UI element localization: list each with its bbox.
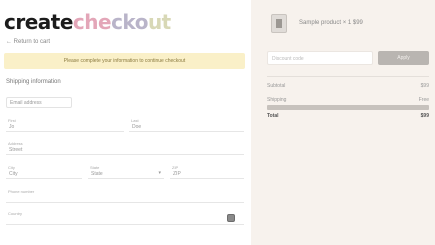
logo-part-1: create: [4, 10, 73, 34]
chevron-down-icon: ▾: [158, 170, 161, 176]
zip-field[interactable]: ZIP ZIP: [170, 165, 244, 179]
last-name-field[interactable]: Last Doe: [129, 118, 244, 132]
total-separator: [267, 105, 429, 110]
state-select[interactable]: State State ▾: [88, 165, 164, 179]
total-label: Total: [267, 113, 279, 119]
total-value: $99: [420, 113, 429, 119]
shipping-label: Shipping: [267, 97, 287, 103]
phone-field[interactable]: Phone number: [6, 189, 244, 203]
subtotal-label: Subtotal: [267, 83, 286, 89]
subtotal-row: Subtotal $99: [267, 83, 429, 91]
city-value: City: [9, 171, 18, 177]
last-name-label: Last: [131, 118, 139, 123]
address-field[interactable]: Address Street: [6, 141, 244, 155]
email-field[interactable]: Email address: [6, 97, 72, 108]
address-value: Street: [9, 147, 23, 153]
state-label: State: [90, 165, 100, 170]
shipping-value: Free: [418, 97, 429, 103]
city-label: City: [8, 165, 15, 170]
phone-label: Phone number: [8, 189, 35, 194]
first-name-value: Jo: [9, 124, 15, 130]
address-label: Address: [8, 141, 23, 146]
logo-part-4: ut: [147, 10, 171, 34]
email-field-value: Email address: [10, 100, 42, 106]
lock-icon[interactable]: [227, 214, 235, 222]
state-value: State: [91, 171, 103, 177]
country-field[interactable]: Country: [6, 211, 244, 225]
total-row: Total $99: [267, 113, 429, 121]
shipping-row: Shipping Free: [267, 97, 429, 105]
last-name-value: Doe: [132, 124, 142, 130]
first-name-label: First: [8, 118, 16, 123]
zip-label: ZIP: [172, 165, 179, 170]
apply-discount-button[interactable]: Apply: [378, 51, 429, 65]
city-field[interactable]: City City: [6, 165, 82, 179]
brand-logo[interactable]: createcheckout: [4, 10, 171, 34]
return-to-cart-link[interactable]: ← Return to cart: [6, 39, 50, 45]
order-summary-panel: [251, 0, 435, 245]
subtotal-value: $99: [420, 83, 429, 89]
summary-divider: [267, 76, 429, 77]
line-item-name: Sample product × 1 $99: [299, 20, 363, 26]
country-label: Country: [8, 211, 23, 216]
product-image-icon: [276, 19, 282, 28]
zip-value: ZIP: [173, 171, 181, 177]
first-name-field[interactable]: First Jo: [6, 118, 124, 132]
info-banner: Please complete your information to cont…: [4, 53, 245, 69]
logo-part-3: cko: [111, 10, 148, 34]
product-thumbnail: [271, 14, 287, 33]
logo-part-2: che: [72, 10, 112, 34]
shipping-section-title: Shipping information: [6, 79, 61, 85]
discount-code-input[interactable]: Discount code: [267, 51, 373, 65]
